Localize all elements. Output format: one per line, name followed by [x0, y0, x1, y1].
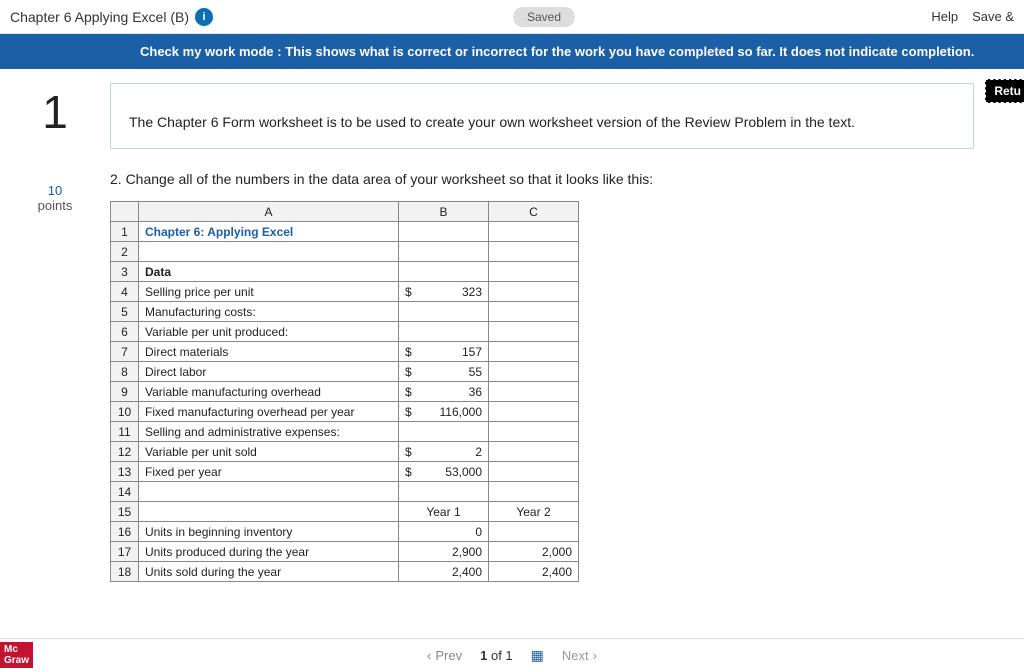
- cell: Direct materials: [139, 342, 399, 362]
- row-num: 1: [111, 222, 139, 242]
- top-bar: Chapter 6 Applying Excel (B) i Saved Hel…: [0, 0, 1024, 34]
- cell: Manufacturing costs:: [139, 302, 399, 322]
- header-row: A B C: [111, 202, 579, 222]
- row-num: 4: [111, 282, 139, 302]
- cell: Units sold during the year: [139, 562, 399, 582]
- cell: Fixed manufacturing overhead per year: [139, 402, 399, 422]
- prev-button[interactable]: ‹Prev: [427, 648, 462, 663]
- return-button[interactable]: Retu: [985, 79, 1024, 103]
- check-work-banner: Check my work mode : This shows what is …: [0, 34, 1024, 69]
- question-2-text: 2. Change all of the numbers in the data…: [110, 171, 1004, 187]
- cell: $2: [399, 442, 489, 462]
- cell: 2,400: [399, 562, 489, 582]
- corner-cell: [111, 202, 139, 222]
- points-label: points: [0, 198, 110, 213]
- question-meta: 1 10 points: [0, 83, 110, 582]
- row-num: 10: [111, 402, 139, 422]
- page-title: Chapter 6 Applying Excel (B): [10, 9, 189, 25]
- cell: Variable per unit sold: [139, 442, 399, 462]
- row-num: 6: [111, 322, 139, 342]
- help-link[interactable]: Help: [931, 9, 958, 24]
- cell: $323: [399, 282, 489, 302]
- cell: Year 1: [399, 502, 489, 522]
- row-num: 9: [111, 382, 139, 402]
- row-num: 3: [111, 262, 139, 282]
- cell: Chapter 6: Applying Excel: [139, 222, 399, 242]
- top-right-links: Help Save &: [931, 9, 1014, 24]
- cell: 2,000: [489, 542, 579, 562]
- cell: 2,900: [399, 542, 489, 562]
- cell: Selling and administrative expenses:: [139, 422, 399, 442]
- main-column: Retu The Chapter 6 Form worksheet is to …: [110, 83, 1024, 582]
- saved-pill: Saved: [513, 7, 575, 27]
- save-link[interactable]: Save &: [972, 9, 1014, 24]
- cell: $116,000: [399, 402, 489, 422]
- cell: $53,000: [399, 462, 489, 482]
- cell: $55: [399, 362, 489, 382]
- required-info-heading: [129, 94, 955, 102]
- row-num: 12: [111, 442, 139, 462]
- row-num: 5: [111, 302, 139, 322]
- row-num: 17: [111, 542, 139, 562]
- col-c-header: C: [489, 202, 579, 222]
- pager: ‹Prev 1 of 1 ▦ Next›: [0, 638, 1024, 672]
- row-num: 8: [111, 362, 139, 382]
- row-num: 18: [111, 562, 139, 582]
- cell: Units produced during the year: [139, 542, 399, 562]
- cell: Variable manufacturing overhead: [139, 382, 399, 402]
- col-b-header: B: [399, 202, 489, 222]
- content-area: 1 10 points Retu The Chapter 6 Form work…: [0, 69, 1024, 582]
- cell: $36: [399, 382, 489, 402]
- row-num: 7: [111, 342, 139, 362]
- row-num: 14: [111, 482, 139, 502]
- row-num: 11: [111, 422, 139, 442]
- cell: 2,400: [489, 562, 579, 582]
- cell: Selling price per unit: [139, 282, 399, 302]
- info-icon[interactable]: i: [195, 8, 213, 26]
- cell: $157: [399, 342, 489, 362]
- cell: Fixed per year: [139, 462, 399, 482]
- col-a-header: A: [139, 202, 399, 222]
- grid-icon[interactable]: ▦: [531, 647, 544, 664]
- row-num: 15: [111, 502, 139, 522]
- spreadsheet-table: A B C 1Chapter 6: Applying Excel 2 3Data…: [110, 201, 579, 582]
- mcgraw-logo: Mc Graw: [0, 642, 33, 668]
- next-button[interactable]: Next›: [562, 648, 597, 663]
- row-num: 13: [111, 462, 139, 482]
- instruction-box: The Chapter 6 Form worksheet is to be us…: [110, 83, 974, 149]
- row-num: 2: [111, 242, 139, 262]
- instruction-text: The Chapter 6 Form worksheet is to be us…: [129, 114, 955, 130]
- row-num: 16: [111, 522, 139, 542]
- question-number: 1: [0, 89, 110, 135]
- page-position: 1 of 1: [480, 648, 513, 663]
- cell: Year 2: [489, 502, 579, 522]
- points-value: 10: [0, 183, 110, 198]
- chevron-right-icon: ›: [593, 648, 597, 663]
- cell: Units in beginning inventory: [139, 522, 399, 542]
- cell: Variable per unit produced:: [139, 322, 399, 342]
- cell: Data: [139, 262, 399, 282]
- chevron-left-icon: ‹: [427, 648, 431, 663]
- cell: Direct labor: [139, 362, 399, 382]
- cell: 0: [399, 522, 489, 542]
